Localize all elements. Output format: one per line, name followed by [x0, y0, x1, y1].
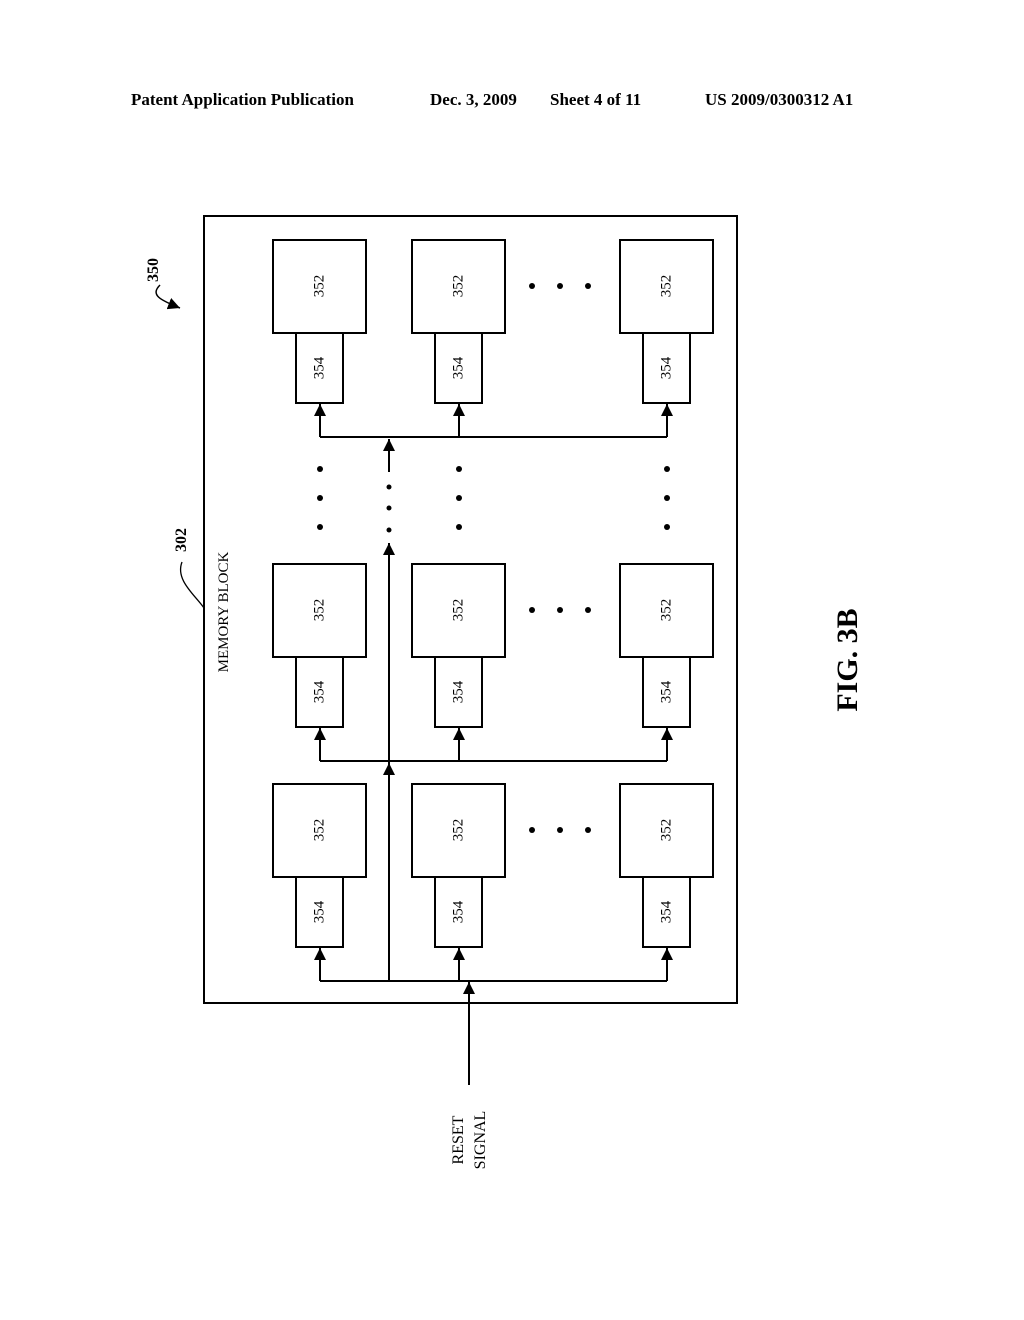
row-ellipsis-dot [664, 524, 670, 530]
row-ellipsis-dot [456, 495, 462, 501]
reset-unit-label: 354 [450, 900, 466, 923]
reset-unit-label: 354 [311, 680, 327, 703]
column-ellipsis-dot [529, 607, 535, 613]
memory-cell-label: 352 [658, 819, 674, 842]
memory-cell-label: 352 [658, 599, 674, 622]
reset-unit-label: 354 [658, 680, 674, 703]
ref-350-label: 350 [145, 258, 162, 282]
column-ellipsis-dot [557, 607, 563, 613]
column-ellipsis-dot [557, 827, 563, 833]
row-ellipsis-dot [317, 524, 323, 530]
row-ellipsis-dot [664, 466, 670, 472]
memory-cell-label: 352 [450, 599, 466, 622]
column-ellipsis-dot [585, 283, 591, 289]
reset-unit-label: 354 [658, 900, 674, 923]
row-ellipsis-dot [456, 524, 462, 530]
memory-cell-label: 352 [658, 275, 674, 298]
row-ellipsis-dot [317, 466, 323, 472]
memory-cell-array: 352 354 352 354 352 354 352 354 352 354 352 354 352 3… [272, 239, 714, 982]
reset-unit-label: 354 [658, 356, 674, 379]
column-ellipsis-dot [529, 283, 535, 289]
figure-caption: FIG. 3B [831, 608, 864, 711]
row-ellipsis-dot [664, 495, 670, 501]
memory-block-label: MEMORY BLOCK [216, 551, 232, 672]
column-ellipsis-dot [529, 827, 535, 833]
column-ellipsis-dot [557, 283, 563, 289]
memory-cell-label: 352 [450, 819, 466, 842]
column-ellipsis-dot [585, 607, 591, 613]
trunk-ellipsis-dot [386, 527, 392, 533]
memory-cell-label: 352 [311, 599, 327, 622]
reset-unit-label: 354 [311, 900, 327, 923]
ref-350-leader-arrow [155, 284, 181, 310]
reset-label-line1: RESET [450, 1115, 467, 1164]
reset-label-line2: SIGNAL [472, 1111, 489, 1170]
ref-302-label: 302 [173, 528, 190, 552]
row-ellipsis-dot [317, 495, 323, 501]
column-ellipsis-dot [585, 827, 591, 833]
reset-unit-label: 354 [311, 356, 327, 379]
memory-cell-label: 352 [311, 819, 327, 842]
memory-cell-label: 352 [450, 275, 466, 298]
memory-block-diagram: 350 302 MEMORY BLOCK 3523543523543523543… [145, 215, 864, 1170]
trunk-ellipsis-dot [386, 484, 392, 490]
trunk-ellipsis-dot [386, 505, 392, 511]
reset-unit-label: 354 [450, 680, 466, 703]
memory-cell-label: 352 [311, 275, 327, 298]
ref-302-leader-line [179, 561, 205, 609]
row-ellipsis-dot [456, 466, 462, 472]
reset-unit-label: 354 [450, 356, 466, 379]
